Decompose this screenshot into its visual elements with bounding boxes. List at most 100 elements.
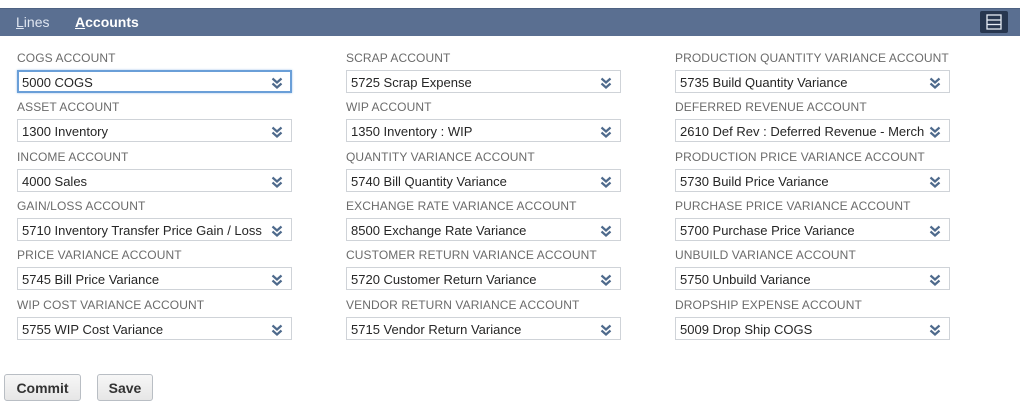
cogs-account-label: COGS ACCOUNT: [17, 51, 116, 65]
production-price-variance-account-label: PRODUCTION PRICE VARIANCE ACCOUNT: [675, 150, 925, 164]
exchange-rate-variance-account-label: EXCHANGE RATE VARIANCE ACCOUNT: [346, 199, 577, 213]
chevron-double-down-icon[interactable]: [271, 125, 283, 138]
tab-lines-label: ines: [23, 14, 50, 30]
production-price-variance-account-field: PRODUCTION PRICE VARIANCE ACCOUNT 5730 Bu…: [675, 150, 952, 192]
chevron-double-down-icon[interactable]: [929, 76, 941, 89]
chevron-double-down-icon[interactable]: [600, 273, 612, 286]
purchase-price-variance-account-select[interactable]: 5700 Purchase Price Variance: [675, 218, 950, 241]
quantity-variance-account-label: QUANTITY VARIANCE ACCOUNT: [346, 150, 535, 164]
gain-loss-account-value: 5710 Inventory Transfer Price Gain / Los…: [22, 223, 262, 238]
cogs-account-select[interactable]: 5000 COGS: [17, 70, 292, 93]
production-quantity-variance-account-label: PRODUCTION QUANTITY VARIANCE ACCOUNT: [675, 51, 949, 65]
customer-return-variance-account-value: 5720 Customer Return Variance: [351, 272, 537, 287]
chevron-double-down-icon[interactable]: [600, 76, 612, 89]
scrap-account-select[interactable]: 5725 Scrap Expense: [346, 70, 621, 93]
wip-cost-variance-account-select[interactable]: 5755 WIP Cost Variance: [17, 317, 292, 340]
wip-cost-variance-account-field: WIP COST VARIANCE ACCOUNT 5755 WIP Cost V…: [17, 298, 294, 340]
wip-cost-variance-account-value: 5755 WIP Cost Variance: [22, 322, 164, 337]
quantity-variance-account-field: QUANTITY VARIANCE ACCOUNT 5740 Bill Quant…: [346, 150, 623, 192]
cogs-account-value: 5000 COGS: [22, 75, 93, 90]
vendor-return-variance-account-value: 5715 Vendor Return Variance: [351, 322, 522, 337]
tab-accounts[interactable]: Accounts: [75, 14, 139, 30]
scrap-account-label: SCRAP ACCOUNT: [346, 51, 451, 65]
wip-account-select[interactable]: 1350 Inventory : WIP: [346, 119, 621, 142]
chevron-double-down-icon[interactable]: [600, 224, 612, 237]
asset-account-label: ASSET ACCOUNT: [17, 100, 120, 114]
chevron-double-down-icon[interactable]: [600, 125, 612, 138]
chevron-double-down-icon[interactable]: [929, 224, 941, 237]
income-account-label: INCOME ACCOUNT: [17, 150, 129, 164]
chevron-double-down-icon[interactable]: [929, 175, 941, 188]
purchase-price-variance-account-value: 5700 Purchase Price Variance: [680, 223, 855, 238]
tab-lines-accesskey: L: [16, 14, 24, 30]
price-variance-account-label: PRICE VARIANCE ACCOUNT: [17, 248, 182, 262]
production-quantity-variance-account-select[interactable]: 5735 Build Quantity Variance: [675, 70, 950, 93]
production-price-variance-account-select[interactable]: 5730 Build Price Variance: [675, 169, 950, 192]
tab-accounts-label: ccounts: [85, 14, 139, 30]
production-quantity-variance-account-value: 5735 Build Quantity Variance: [680, 75, 848, 90]
save-button[interactable]: Save: [97, 374, 153, 401]
unbuild-variance-account-field: UNBUILD VARIANCE ACCOUNT 5750 Unbuild Var…: [675, 248, 952, 290]
chevron-double-down-icon[interactable]: [271, 323, 283, 336]
price-variance-account-field: PRICE VARIANCE ACCOUNT 5745 Bill Price Va…: [17, 248, 294, 290]
asset-account-select[interactable]: 1300 Inventory: [17, 119, 292, 142]
dropship-expense-account-field: DROPSHIP EXPENSE ACCOUNT 5009 Drop Ship C…: [675, 298, 952, 340]
chevron-double-down-icon[interactable]: [271, 76, 283, 89]
deferred-revenue-account-label: DEFERRED REVENUE ACCOUNT: [675, 100, 867, 114]
exchange-rate-variance-account-value: 8500 Exchange Rate Variance: [351, 223, 527, 238]
dropship-expense-account-label: DROPSHIP EXPENSE ACCOUNT: [675, 298, 862, 312]
chevron-double-down-icon[interactable]: [929, 125, 941, 138]
chevron-double-down-icon[interactable]: [271, 224, 283, 237]
tab-lines[interactable]: Lines: [16, 14, 49, 30]
customer-return-variance-account-label: CUSTOMER RETURN VARIANCE ACCOUNT: [346, 248, 597, 262]
gain-loss-account-field: GAIN/LOSS ACCOUNT 5710 Inventory Transfer…: [17, 199, 294, 241]
deferred-revenue-account-select[interactable]: 2610 Def Rev : Deferred Revenue - Merch: [675, 119, 950, 142]
chevron-double-down-icon[interactable]: [600, 323, 612, 336]
scrap-account-field: SCRAP ACCOUNT 5725 Scrap Expense: [346, 51, 623, 93]
layout-toggle-icon: [986, 14, 1002, 30]
vendor-return-variance-account-label: VENDOR RETURN VARIANCE ACCOUNT: [346, 298, 580, 312]
production-price-variance-account-value: 5730 Build Price Variance: [680, 174, 829, 189]
deferred-revenue-account-value: 2610 Def Rev : Deferred Revenue - Merch: [680, 124, 925, 139]
gain-loss-account-select[interactable]: 5710 Inventory Transfer Price Gain / Los…: [17, 218, 292, 241]
vendor-return-variance-account-select[interactable]: 5715 Vendor Return Variance: [346, 317, 621, 340]
chevron-double-down-icon[interactable]: [271, 273, 283, 286]
chevron-double-down-icon[interactable]: [929, 323, 941, 336]
dropship-expense-account-value: 5009 Drop Ship COGS: [680, 322, 813, 337]
layout-toggle-button[interactable]: [980, 11, 1008, 33]
purchase-price-variance-account-label: PURCHASE PRICE VARIANCE ACCOUNT: [675, 199, 911, 213]
chevron-double-down-icon[interactable]: [600, 175, 612, 188]
unbuild-variance-account-value: 5750 Unbuild Variance: [680, 272, 811, 287]
production-quantity-variance-account-field: PRODUCTION QUANTITY VARIANCE ACCOUNT 5735…: [675, 51, 952, 93]
asset-account-field: ASSET ACCOUNT 1300 Inventory: [17, 100, 294, 142]
chevron-double-down-icon[interactable]: [271, 175, 283, 188]
gain-loss-account-label: GAIN/LOSS ACCOUNT: [17, 199, 146, 213]
wip-cost-variance-account-label: WIP COST VARIANCE ACCOUNT: [17, 298, 205, 312]
cogs-account-field: COGS ACCOUNT 5000 COGS: [17, 51, 294, 93]
dropship-expense-account-select[interactable]: 5009 Drop Ship COGS: [675, 317, 950, 340]
income-account-select[interactable]: 4000 Sales: [17, 169, 292, 192]
purchase-price-variance-account-field: PURCHASE PRICE VARIANCE ACCOUNT 5700 Purc…: [675, 199, 952, 241]
wip-account-field: WIP ACCOUNT 1350 Inventory : WIP: [346, 100, 623, 142]
wip-account-value: 1350 Inventory : WIP: [351, 124, 473, 139]
vendor-return-variance-account-field: VENDOR RETURN VARIANCE ACCOUNT 5715 Vendo…: [346, 298, 623, 340]
unbuild-variance-account-label: UNBUILD VARIANCE ACCOUNT: [675, 248, 856, 262]
wip-account-label: WIP ACCOUNT: [346, 100, 432, 114]
quantity-variance-account-value: 5740 Bill Quantity Variance: [351, 174, 507, 189]
chevron-double-down-icon[interactable]: [929, 273, 941, 286]
customer-return-variance-account-field: CUSTOMER RETURN VARIANCE ACCOUNT 5720 Cus…: [346, 248, 623, 290]
price-variance-account-value: 5745 Bill Price Variance: [22, 272, 160, 287]
quantity-variance-account-select[interactable]: 5740 Bill Quantity Variance: [346, 169, 621, 192]
income-account-field: INCOME ACCOUNT 4000 Sales: [17, 150, 294, 192]
exchange-rate-variance-account-field: EXCHANGE RATE VARIANCE ACCOUNT 8500 Excha…: [346, 199, 623, 241]
tab-accounts-accesskey: A: [75, 14, 86, 30]
scrap-account-value: 5725 Scrap Expense: [351, 75, 472, 90]
commit-button[interactable]: Commit: [4, 374, 81, 401]
deferred-revenue-account-field: DEFERRED REVENUE ACCOUNT 2610 Def Rev : D…: [675, 100, 952, 142]
exchange-rate-variance-account-select[interactable]: 8500 Exchange Rate Variance: [346, 218, 621, 241]
unbuild-variance-account-select[interactable]: 5750 Unbuild Variance: [675, 267, 950, 290]
income-account-value: 4000 Sales: [22, 174, 88, 189]
customer-return-variance-account-select[interactable]: 5720 Customer Return Variance: [346, 267, 621, 290]
subtab-bar: Lines Accounts: [0, 8, 1020, 36]
price-variance-account-select[interactable]: 5745 Bill Price Variance: [17, 267, 292, 290]
